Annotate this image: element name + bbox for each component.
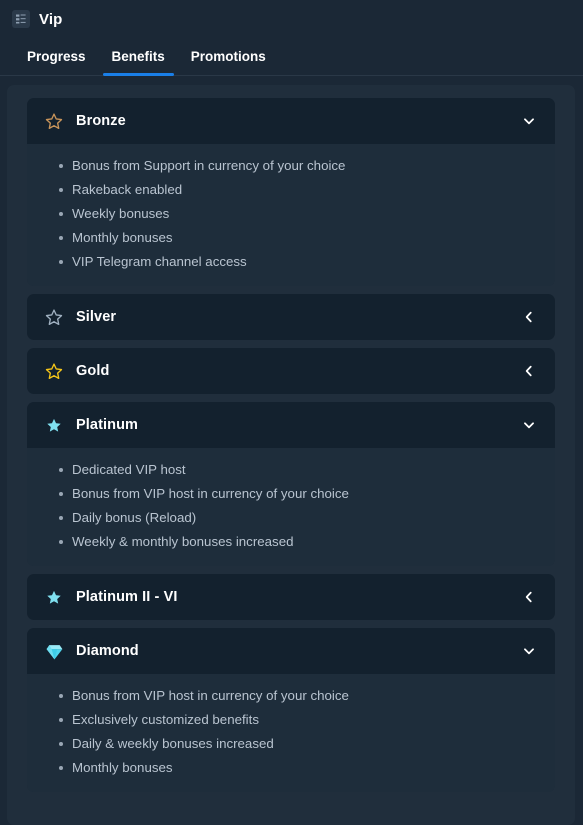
- chevron-left-icon[interactable]: [521, 589, 537, 605]
- tier-header-diamond[interactable]: Diamond: [27, 628, 555, 674]
- image-placeholder-icon: [12, 10, 30, 28]
- star-outline-icon: [44, 307, 64, 327]
- tier-card-silver: Silver: [27, 294, 555, 340]
- tier-card-platinum-ii-vi: Platinum II - VI: [27, 574, 555, 620]
- tier-card-bronze: Bronze Bonus from Support in currency of…: [27, 98, 555, 286]
- list-item: Bonus from VIP host in currency of your …: [27, 684, 555, 708]
- tier-name-silver: Silver: [76, 309, 117, 325]
- tier-card-platinum: Platinum Dedicated VIP host Bonus from V…: [27, 402, 555, 566]
- list-item: Monthly bonuses: [27, 756, 555, 780]
- chevron-left-icon[interactable]: [521, 363, 537, 379]
- list-item: Dedicated VIP host: [27, 458, 555, 482]
- tab-benefits[interactable]: Benefits: [99, 49, 178, 76]
- list-item: Daily bonus (Reload): [27, 506, 555, 530]
- tier-body-platinum: Dedicated VIP host Bonus from VIP host i…: [27, 448, 555, 566]
- list-item: Weekly & monthly bonuses increased: [27, 530, 555, 554]
- benefit-list-diamond: Bonus from VIP host in currency of your …: [27, 684, 555, 780]
- list-item: Bonus from Support in currency of your c…: [27, 154, 555, 178]
- tab-progress[interactable]: Progress: [14, 49, 99, 75]
- list-item: Rakeback enabled: [27, 178, 555, 202]
- chevron-down-icon[interactable]: [521, 113, 537, 129]
- tier-header-platinum[interactable]: Platinum: [27, 402, 555, 448]
- tier-header-platinum-ii-vi[interactable]: Platinum II - VI: [27, 574, 555, 620]
- star-outline-icon: [44, 361, 64, 381]
- tab-promotions[interactable]: Promotions: [178, 49, 279, 75]
- tier-name-gold: Gold: [76, 363, 110, 379]
- tier-name-platinum-ii-vi: Platinum II - VI: [76, 589, 178, 605]
- tier-header-bronze[interactable]: Bronze: [27, 98, 555, 144]
- benefits-panel: Bronze Bonus from Support in currency of…: [7, 85, 575, 825]
- list-item: Bonus from VIP host in currency of your …: [27, 482, 555, 506]
- tier-name-diamond: Diamond: [76, 643, 139, 659]
- page-title: Vip: [39, 10, 63, 28]
- tier-header-gold[interactable]: Gold: [27, 348, 555, 394]
- chevron-down-icon[interactable]: [521, 643, 537, 659]
- star-filled-icon: [44, 587, 64, 607]
- diamond-gem-icon: [44, 641, 64, 661]
- tier-card-diamond: Diamond Bonus from VIP host in currency …: [27, 628, 555, 792]
- star-outline-icon: [44, 111, 64, 131]
- chevron-down-icon[interactable]: [521, 417, 537, 433]
- list-item: Monthly bonuses: [27, 226, 555, 250]
- star-filled-icon: [44, 415, 64, 435]
- chevron-left-icon[interactable]: [521, 309, 537, 325]
- tier-body-diamond: Bonus from VIP host in currency of your …: [27, 674, 555, 792]
- benefit-list-bronze: Bonus from Support in currency of your c…: [27, 154, 555, 274]
- tier-card-gold: Gold: [27, 348, 555, 394]
- tier-body-bronze: Bonus from Support in currency of your c…: [27, 144, 555, 286]
- tier-header-silver[interactable]: Silver: [27, 294, 555, 340]
- list-item: Weekly bonuses: [27, 202, 555, 226]
- list-item: Daily & weekly bonuses increased: [27, 732, 555, 756]
- app-header: Vip: [0, 0, 583, 28]
- benefit-list-platinum: Dedicated VIP host Bonus from VIP host i…: [27, 458, 555, 554]
- list-item: VIP Telegram channel access: [27, 250, 555, 274]
- tier-name-platinum: Platinum: [76, 417, 139, 433]
- list-item: Exclusively customized benefits: [27, 708, 555, 732]
- tier-name-bronze: Bronze: [76, 113, 126, 129]
- tab-bar: Progress Benefits Promotions: [0, 32, 583, 76]
